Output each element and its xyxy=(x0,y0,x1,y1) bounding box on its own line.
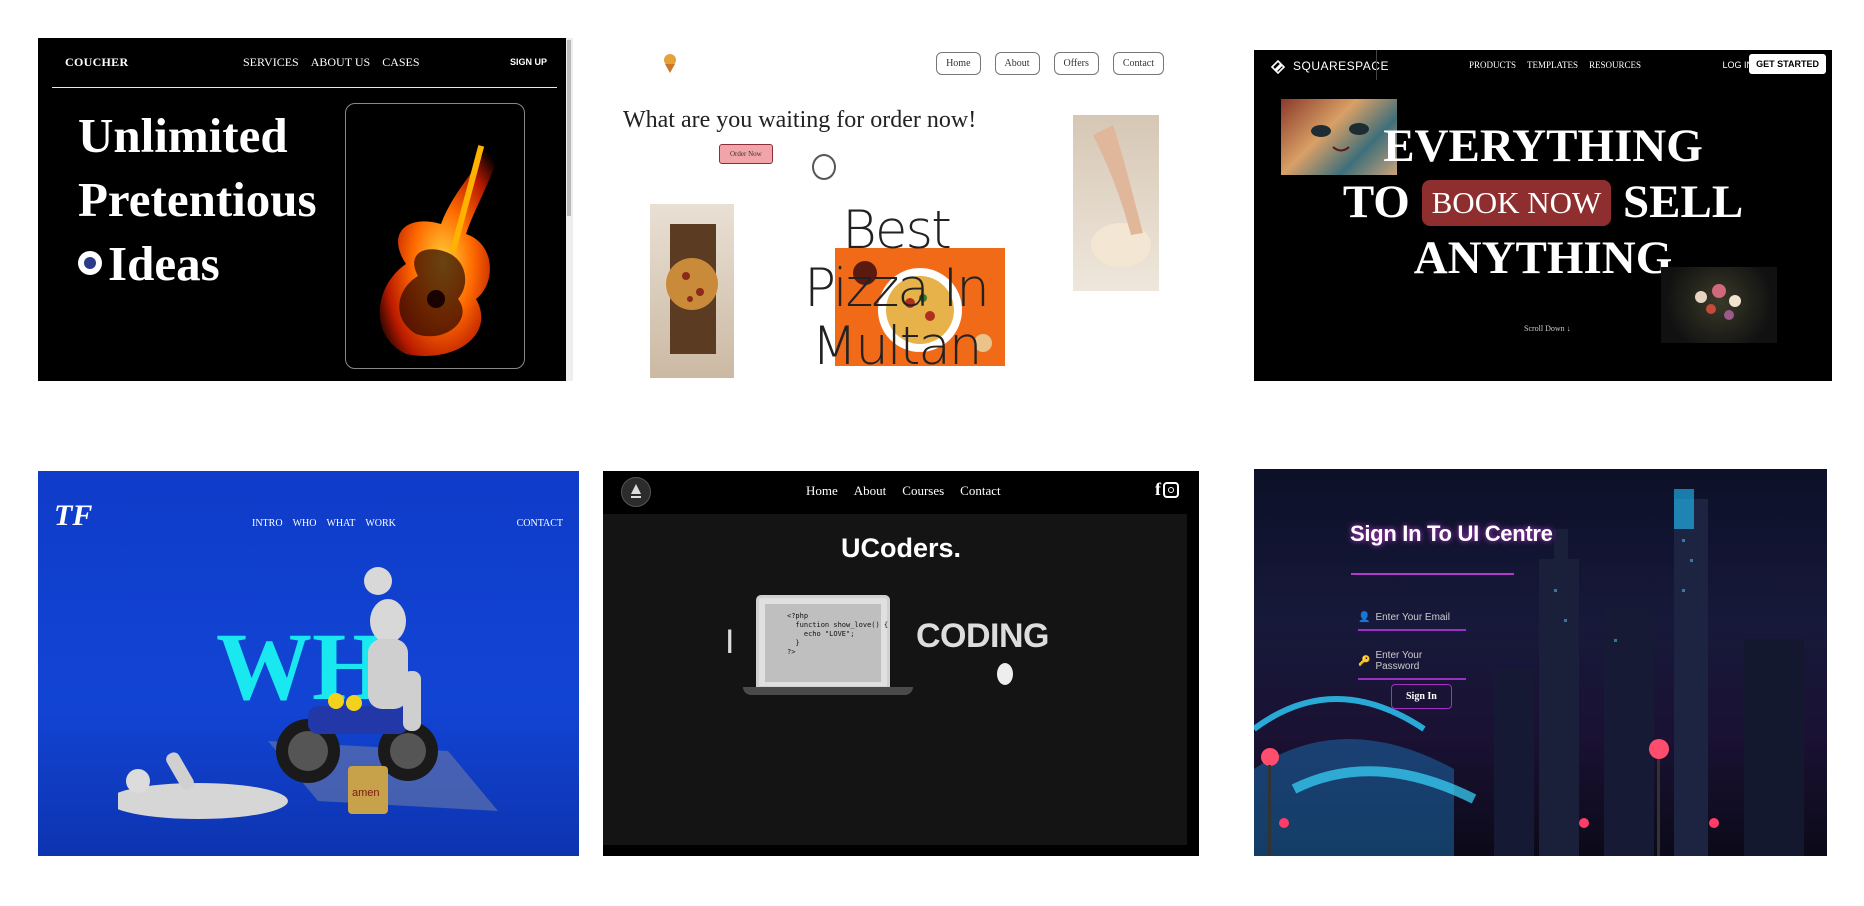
badge-icon xyxy=(78,250,102,275)
get-started-button[interactable]: GET STARTED xyxy=(1749,54,1826,74)
email-placeholder: Enter Your Email xyxy=(1375,612,1450,623)
nav-courses[interactable]: Courses xyxy=(902,483,944,499)
user-icon: 👤 xyxy=(1358,612,1371,623)
tf-logo[interactable]: TF xyxy=(54,499,92,533)
nav-offers-button[interactable]: Offers xyxy=(1053,52,1099,75)
pizza-nav: Home About Offers Contact xyxy=(936,52,1164,75)
nav-home[interactable]: Home xyxy=(806,483,838,499)
pizza-headline-line-1: Best Pizza In xyxy=(804,200,990,319)
brand-divider xyxy=(1376,50,1377,80)
right-edge-bar xyxy=(1187,514,1199,846)
ui-centre-preview-card[interactable]: Sign In To UI Centre 👤 Enter Your Email … xyxy=(1254,469,1827,856)
pizza-board-image xyxy=(650,204,734,378)
squarespace-brand[interactable]: SQUARESPACE xyxy=(1269,58,1389,74)
cursor-dot xyxy=(997,663,1013,685)
pizza-headline: Best Pizza In Multan xyxy=(776,202,1016,376)
hero-line-3-text: Ideas xyxy=(108,236,220,291)
key-icon: 🔑 xyxy=(1358,655,1371,667)
facebook-icon[interactable]: f xyxy=(1155,479,1161,500)
hero-sell: SELL xyxy=(1623,176,1744,228)
code-line: <?php xyxy=(787,612,809,620)
scroll-down-hint[interactable]: Scroll Down ↓ xyxy=(1524,324,1571,333)
signup-link[interactable]: SIGN UP xyxy=(510,57,547,67)
coucher-logo: COUCHER xyxy=(65,55,129,69)
squarespace-nav: PRODUCTS TEMPLATES RESOURCES xyxy=(1469,60,1641,70)
email-field[interactable]: 👤 Enter Your Email xyxy=(1358,612,1466,631)
ucoders-logo-icon[interactable] xyxy=(621,477,651,507)
signin-title: Sign In To UI Centre xyxy=(1350,521,1553,546)
instagram-icon[interactable] xyxy=(1163,482,1179,498)
nav-contact-button[interactable]: Contact xyxy=(1112,52,1164,75)
tf-preview-card[interactable]: TF INTRO WHO WHAT WORK CONTACT WH amen xyxy=(38,471,579,856)
dough-image xyxy=(1073,115,1159,291)
pizza-logo-icon xyxy=(661,52,679,79)
scrollbar[interactable] xyxy=(566,38,573,381)
password-field[interactable]: 🔑 Enter Your Password xyxy=(1358,650,1466,680)
order-question: What are you waiting for order now! xyxy=(623,107,977,133)
nav-about-us[interactable]: ABOUT US xyxy=(311,55,370,70)
figures-motorcycle-image: amen xyxy=(108,521,538,851)
nav-services[interactable]: SERVICES xyxy=(243,55,299,70)
book-now-button[interactable]: BOOK NOW xyxy=(1421,180,1612,227)
hero-line-3: Ideas xyxy=(78,232,317,296)
coucher-preview-card[interactable]: COUCHER SERVICES ABOUT US CASES SIGN UP … xyxy=(38,38,573,381)
flower-painting-image xyxy=(1661,267,1777,343)
flaming-guitar-image xyxy=(345,103,525,369)
hero-line-2: Pretentious xyxy=(78,172,317,227)
bottom-edge-bar xyxy=(603,845,1199,856)
nav-about-button[interactable]: About xyxy=(994,52,1040,75)
svg-text:amen: amen xyxy=(352,787,380,799)
code-line: echo "LOVE"; xyxy=(787,630,855,638)
code-snippet: <?php function show_love() { echo "LOVE"… xyxy=(765,604,889,682)
nav-contact[interactable]: Contact xyxy=(960,483,1000,499)
nav-about[interactable]: About xyxy=(854,483,887,499)
ucoders-nav: Home About Courses Contact xyxy=(806,483,1001,499)
hero-line-to-sell: TO BOOK NOW SELL xyxy=(1254,174,1832,230)
nav-cases[interactable]: CASES xyxy=(382,55,419,70)
sign-in-button[interactable]: Sign In xyxy=(1391,684,1452,709)
code-line: ?> xyxy=(787,648,796,656)
squarespace-preview-card[interactable]: SQUARESPACE PRODUCTS TEMPLATES RESOURCES… xyxy=(1254,50,1832,381)
password-placeholder: Enter Your Password xyxy=(1375,650,1423,672)
hero-line-1: Unlimited xyxy=(78,108,288,163)
code-line: function show_love() { xyxy=(787,621,889,629)
hero-line-everything: EVERYTHING xyxy=(1383,120,1703,172)
squarespace-logo-icon xyxy=(1270,59,1286,74)
nav-home-button[interactable]: Home xyxy=(936,52,981,75)
pizza-headline-line-2: Multan xyxy=(811,316,983,377)
nav-templates[interactable]: TEMPLATES xyxy=(1527,60,1578,70)
hero-to: TO xyxy=(1342,176,1410,228)
laptop-code-image: <?php function show_love() { echo "LOVE"… xyxy=(743,595,913,695)
nav-products[interactable]: PRODUCTS xyxy=(1469,60,1516,70)
brand-name: SQUARESPACE xyxy=(1293,59,1389,73)
title-underline xyxy=(1351,573,1514,575)
nav-resources[interactable]: RESOURCES xyxy=(1589,60,1641,70)
typed-word: CODING xyxy=(916,617,1050,655)
header-divider xyxy=(52,87,557,88)
ucoders-title: UCoders. xyxy=(840,533,962,563)
ucoders-preview-card[interactable]: Home About Courses Contact f UCoders. I … xyxy=(603,471,1199,856)
code-line: } xyxy=(787,639,800,647)
circle-icon xyxy=(812,154,836,180)
pizza-preview-card[interactable]: Home About Offers Contact What are you w… xyxy=(606,38,1186,381)
hero-headline: Unlimited Pretentious Ideas xyxy=(78,104,317,296)
laptop-base xyxy=(743,687,913,695)
order-now-button[interactable]: Order Now xyxy=(719,144,773,164)
laptop-screen: <?php function show_love() { echo "LOVE"… xyxy=(756,595,890,689)
coucher-nav: SERVICES ABOUT US CASES xyxy=(243,55,420,70)
typed-left-char: I xyxy=(725,623,735,661)
